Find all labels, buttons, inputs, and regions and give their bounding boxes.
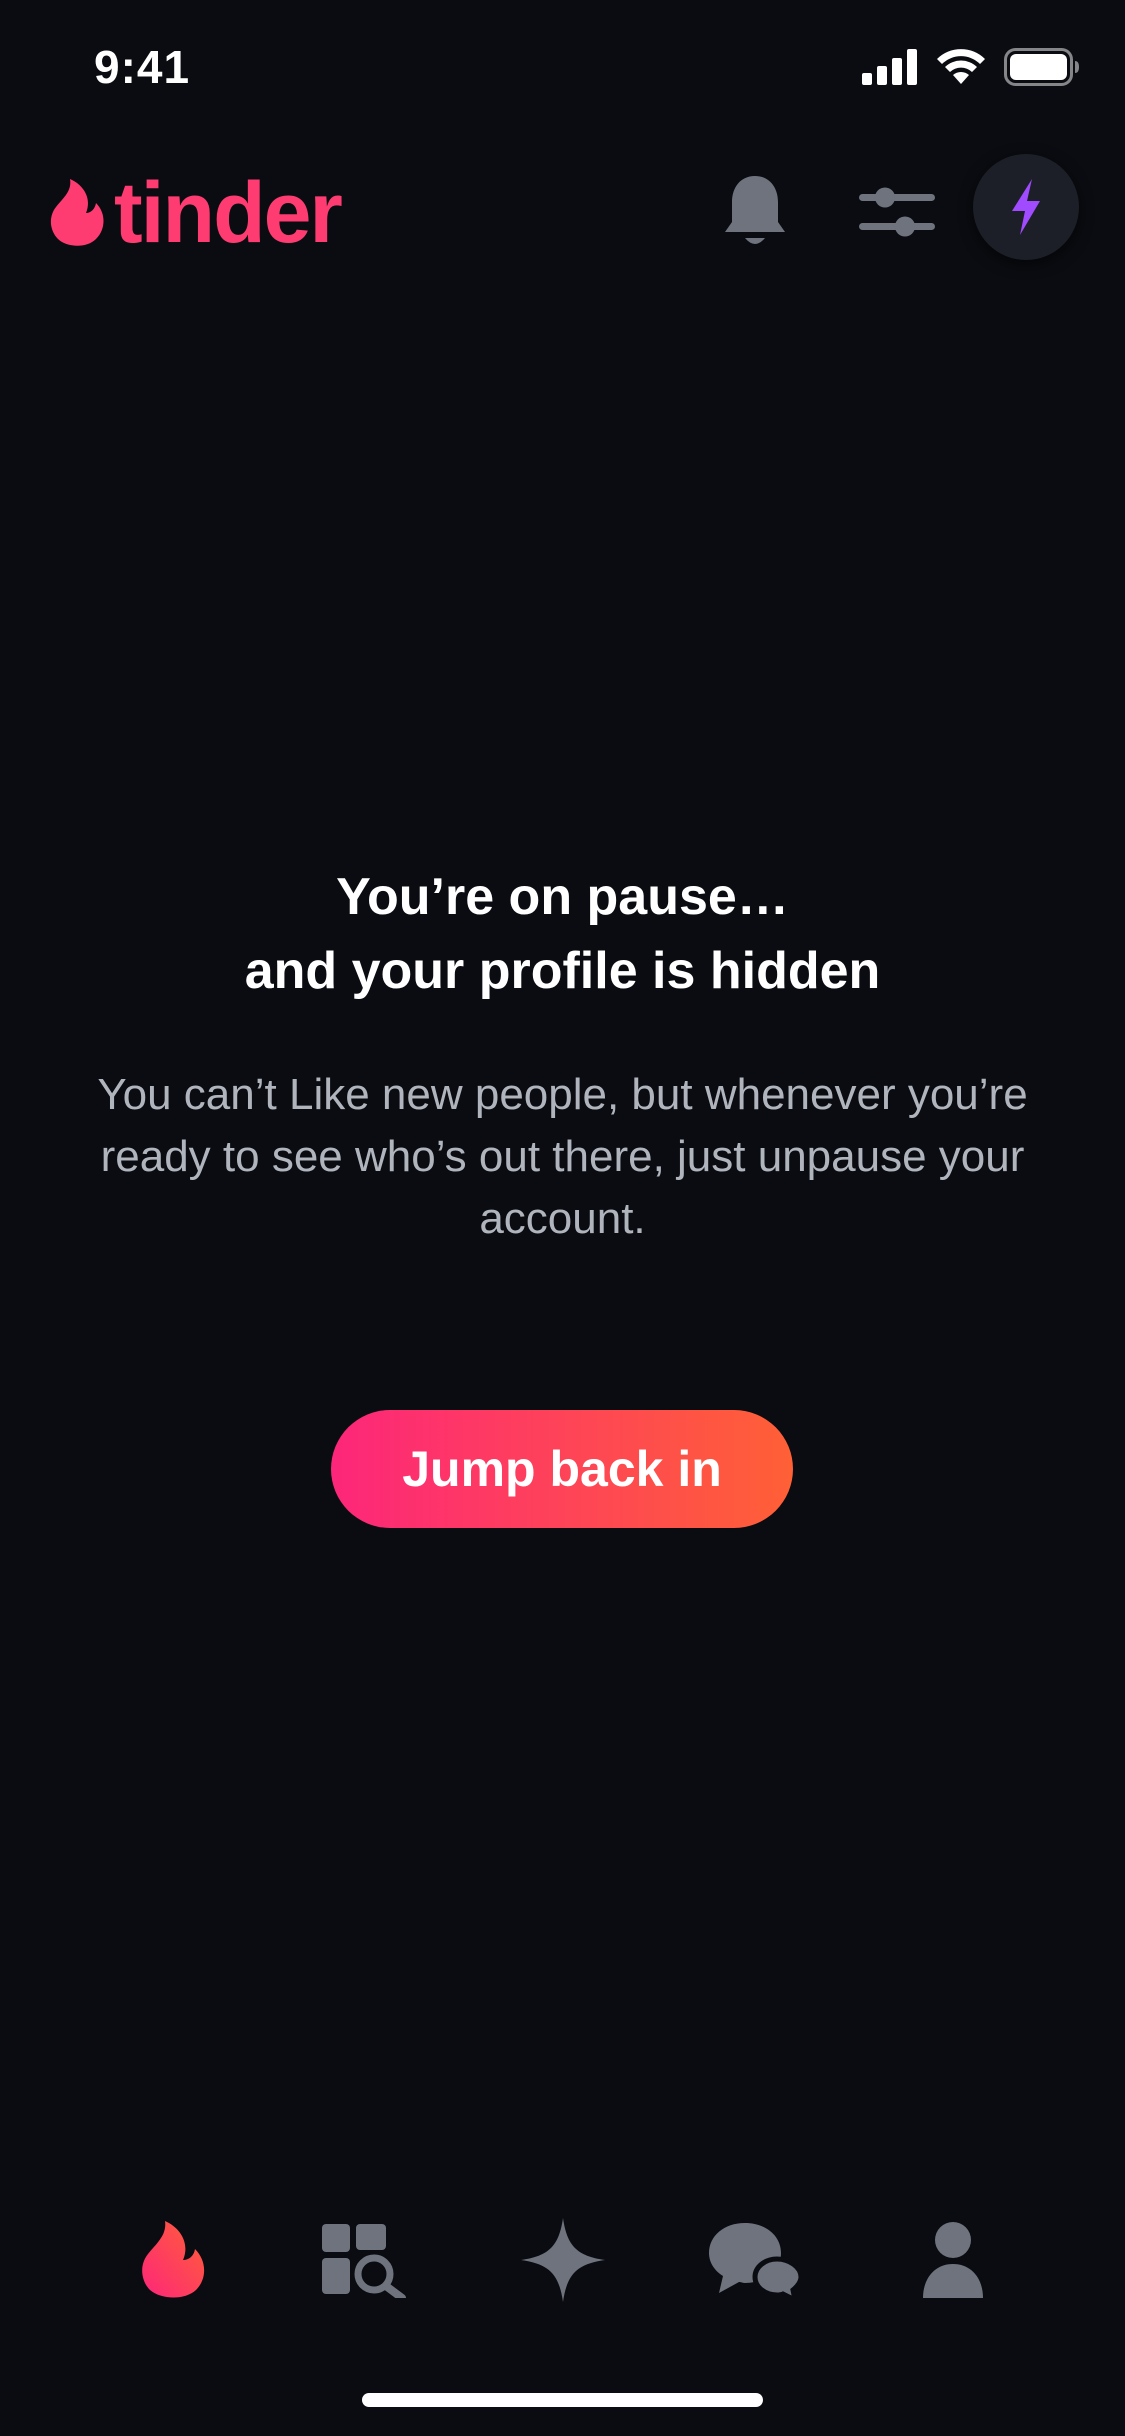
flame-icon xyxy=(142,2221,205,2298)
pause-title-line2: and your profile is hidden xyxy=(244,942,881,1000)
sparkle-icon xyxy=(521,2218,605,2302)
filter-sliders-icon xyxy=(859,187,935,237)
filter-button[interactable] xyxy=(852,172,942,252)
flame-logo-icon xyxy=(50,179,104,246)
status-time: 9:41 xyxy=(94,41,191,93)
bottom-tab-bar xyxy=(0,2205,1125,2315)
logo-wordmark: tinder xyxy=(114,165,343,261)
boost-button[interactable] xyxy=(973,154,1079,260)
profile-icon xyxy=(923,2222,983,2298)
tab-messages[interactable] xyxy=(700,2205,810,2315)
pause-title-line1: You’re on pause… xyxy=(336,868,789,926)
cellular-signal-icon xyxy=(862,49,917,85)
explore-icon xyxy=(322,2224,406,2298)
status-icons xyxy=(862,48,1080,86)
pause-description: You can’t Like new people, but whenever … xyxy=(97,1070,1028,1243)
bell-icon xyxy=(725,176,785,244)
chat-icon xyxy=(709,2223,803,2301)
home-indicator[interactable] xyxy=(362,2393,763,2407)
tab-top-picks[interactable] xyxy=(508,2205,618,2315)
tab-explore[interactable] xyxy=(310,2205,420,2315)
boost-bolt-icon xyxy=(1012,179,1040,235)
status-bar: 9:41 xyxy=(0,0,1125,140)
tab-profile[interactable] xyxy=(898,2205,1008,2315)
pause-message: You’re on pause… and your profile is hid… xyxy=(0,860,1125,1250)
notifications-button[interactable] xyxy=(715,164,795,260)
jump-back-in-button[interactable]: Jump back in xyxy=(331,1410,793,1528)
app-header: tinder xyxy=(0,150,1125,270)
battery-icon xyxy=(1004,48,1079,86)
wifi-icon xyxy=(937,49,985,84)
pause-title: You’re on pause… and your profile is hid… xyxy=(0,860,1125,1008)
tab-swipe[interactable] xyxy=(118,2205,228,2315)
tinder-logo[interactable]: tinder xyxy=(48,165,343,261)
